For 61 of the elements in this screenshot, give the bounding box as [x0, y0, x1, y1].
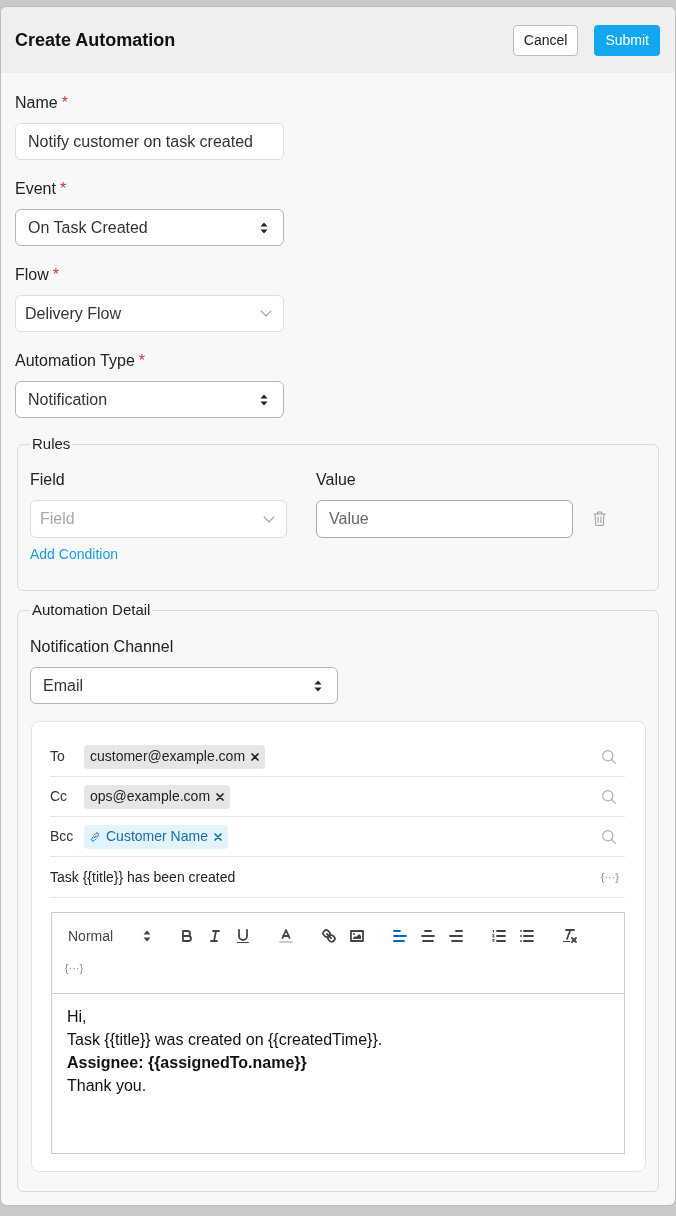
dropdown-field[interactable]: Delivery Flow — [15, 295, 284, 332]
required-mark: * — [61, 93, 68, 113]
recipient-label: Cc — [50, 787, 69, 806]
align-right-icon[interactable] — [449, 930, 463, 942]
align-center-icon[interactable] — [421, 930, 435, 942]
recipient-label: Bcc — [50, 827, 75, 846]
updown-caret-icon — [143, 930, 151, 942]
clear-format-icon[interactable] — [563, 929, 577, 943]
link-icon — [90, 831, 100, 842]
variable-button[interactable]: {···} — [600, 868, 619, 886]
dialog-title: Create Automation — [15, 28, 176, 52]
remove-icon[interactable] — [251, 752, 260, 761]
field-label: Event — [15, 179, 56, 199]
subject-value: Task {{title}} has been created — [50, 867, 236, 887]
subject-field[interactable]: Task {{title}} has been created {···} — [50, 857, 625, 898]
italic-icon[interactable] — [210, 930, 220, 942]
required-mark: * — [59, 179, 67, 199]
updown-caret-icon — [314, 679, 322, 692]
editor-text-line: Task {{title}} was created on {{createdTime}}. — [67, 1030, 384, 1050]
select-field[interactable]: On Task Created — [15, 209, 284, 246]
text-input[interactable]: Value — [316, 500, 573, 538]
remove-icon[interactable] — [216, 792, 225, 801]
panel-legend: Rules — [30, 435, 73, 453]
email-chip[interactable]: customer@example.com — [84, 744, 266, 769]
link-icon[interactable] — [322, 929, 336, 943]
select-field[interactable]: Email — [30, 667, 338, 704]
required-mark: * — [138, 351, 145, 371]
chevron-down-icon — [263, 515, 275, 523]
editor-text-line: Thank you. — [67, 1076, 148, 1096]
bullet-list-icon[interactable] — [520, 930, 534, 942]
field-label: Value — [316, 470, 356, 490]
field-label: Flow — [15, 265, 49, 285]
recipient-field[interactable]: Cc ops@example.com — [50, 777, 625, 817]
field-label: Notification Channel — [30, 637, 174, 657]
trash-icon[interactable] — [593, 511, 606, 526]
variable-chip[interactable]: Customer Name — [84, 824, 228, 849]
text-input[interactable]: Notify customer on task created — [15, 123, 284, 160]
underline-icon[interactable] — [237, 929, 249, 943]
email-chip[interactable]: ops@example.com — [84, 784, 231, 809]
bold-icon[interactable] — [182, 930, 192, 942]
align-left-icon[interactable] — [393, 930, 407, 942]
format-select[interactable]: Normal — [60, 924, 158, 948]
text-color-icon[interactable] — [279, 929, 293, 943]
variable-button[interactable]: {···} — [60, 956, 88, 980]
required-mark: * — [52, 265, 59, 285]
recipient-field[interactable]: Bcc Customer Name — [50, 817, 625, 857]
recipient-label: To — [50, 747, 66, 766]
recipient-field[interactable]: To customer@example.com — [50, 737, 625, 777]
field-label: Field — [30, 470, 65, 490]
editor-text-line: Assignee: {{assignedTo.name}} — [67, 1053, 308, 1073]
chevron-down-icon — [260, 310, 272, 317]
ordered-list-icon[interactable] — [492, 930, 506, 942]
editor-text-line: Hi, — [67, 1007, 88, 1027]
cancel-button[interactable]: Cancel — [512, 24, 579, 56]
select-field[interactable]: Notification — [15, 381, 284, 418]
field-label: Name — [15, 93, 58, 113]
updown-caret-icon — [260, 393, 268, 406]
image-icon[interactable] — [350, 930, 364, 942]
updown-caret-icon — [260, 221, 268, 234]
panel-legend: Automation Detail — [30, 601, 153, 619]
field-label: Automation Type — [15, 351, 135, 371]
